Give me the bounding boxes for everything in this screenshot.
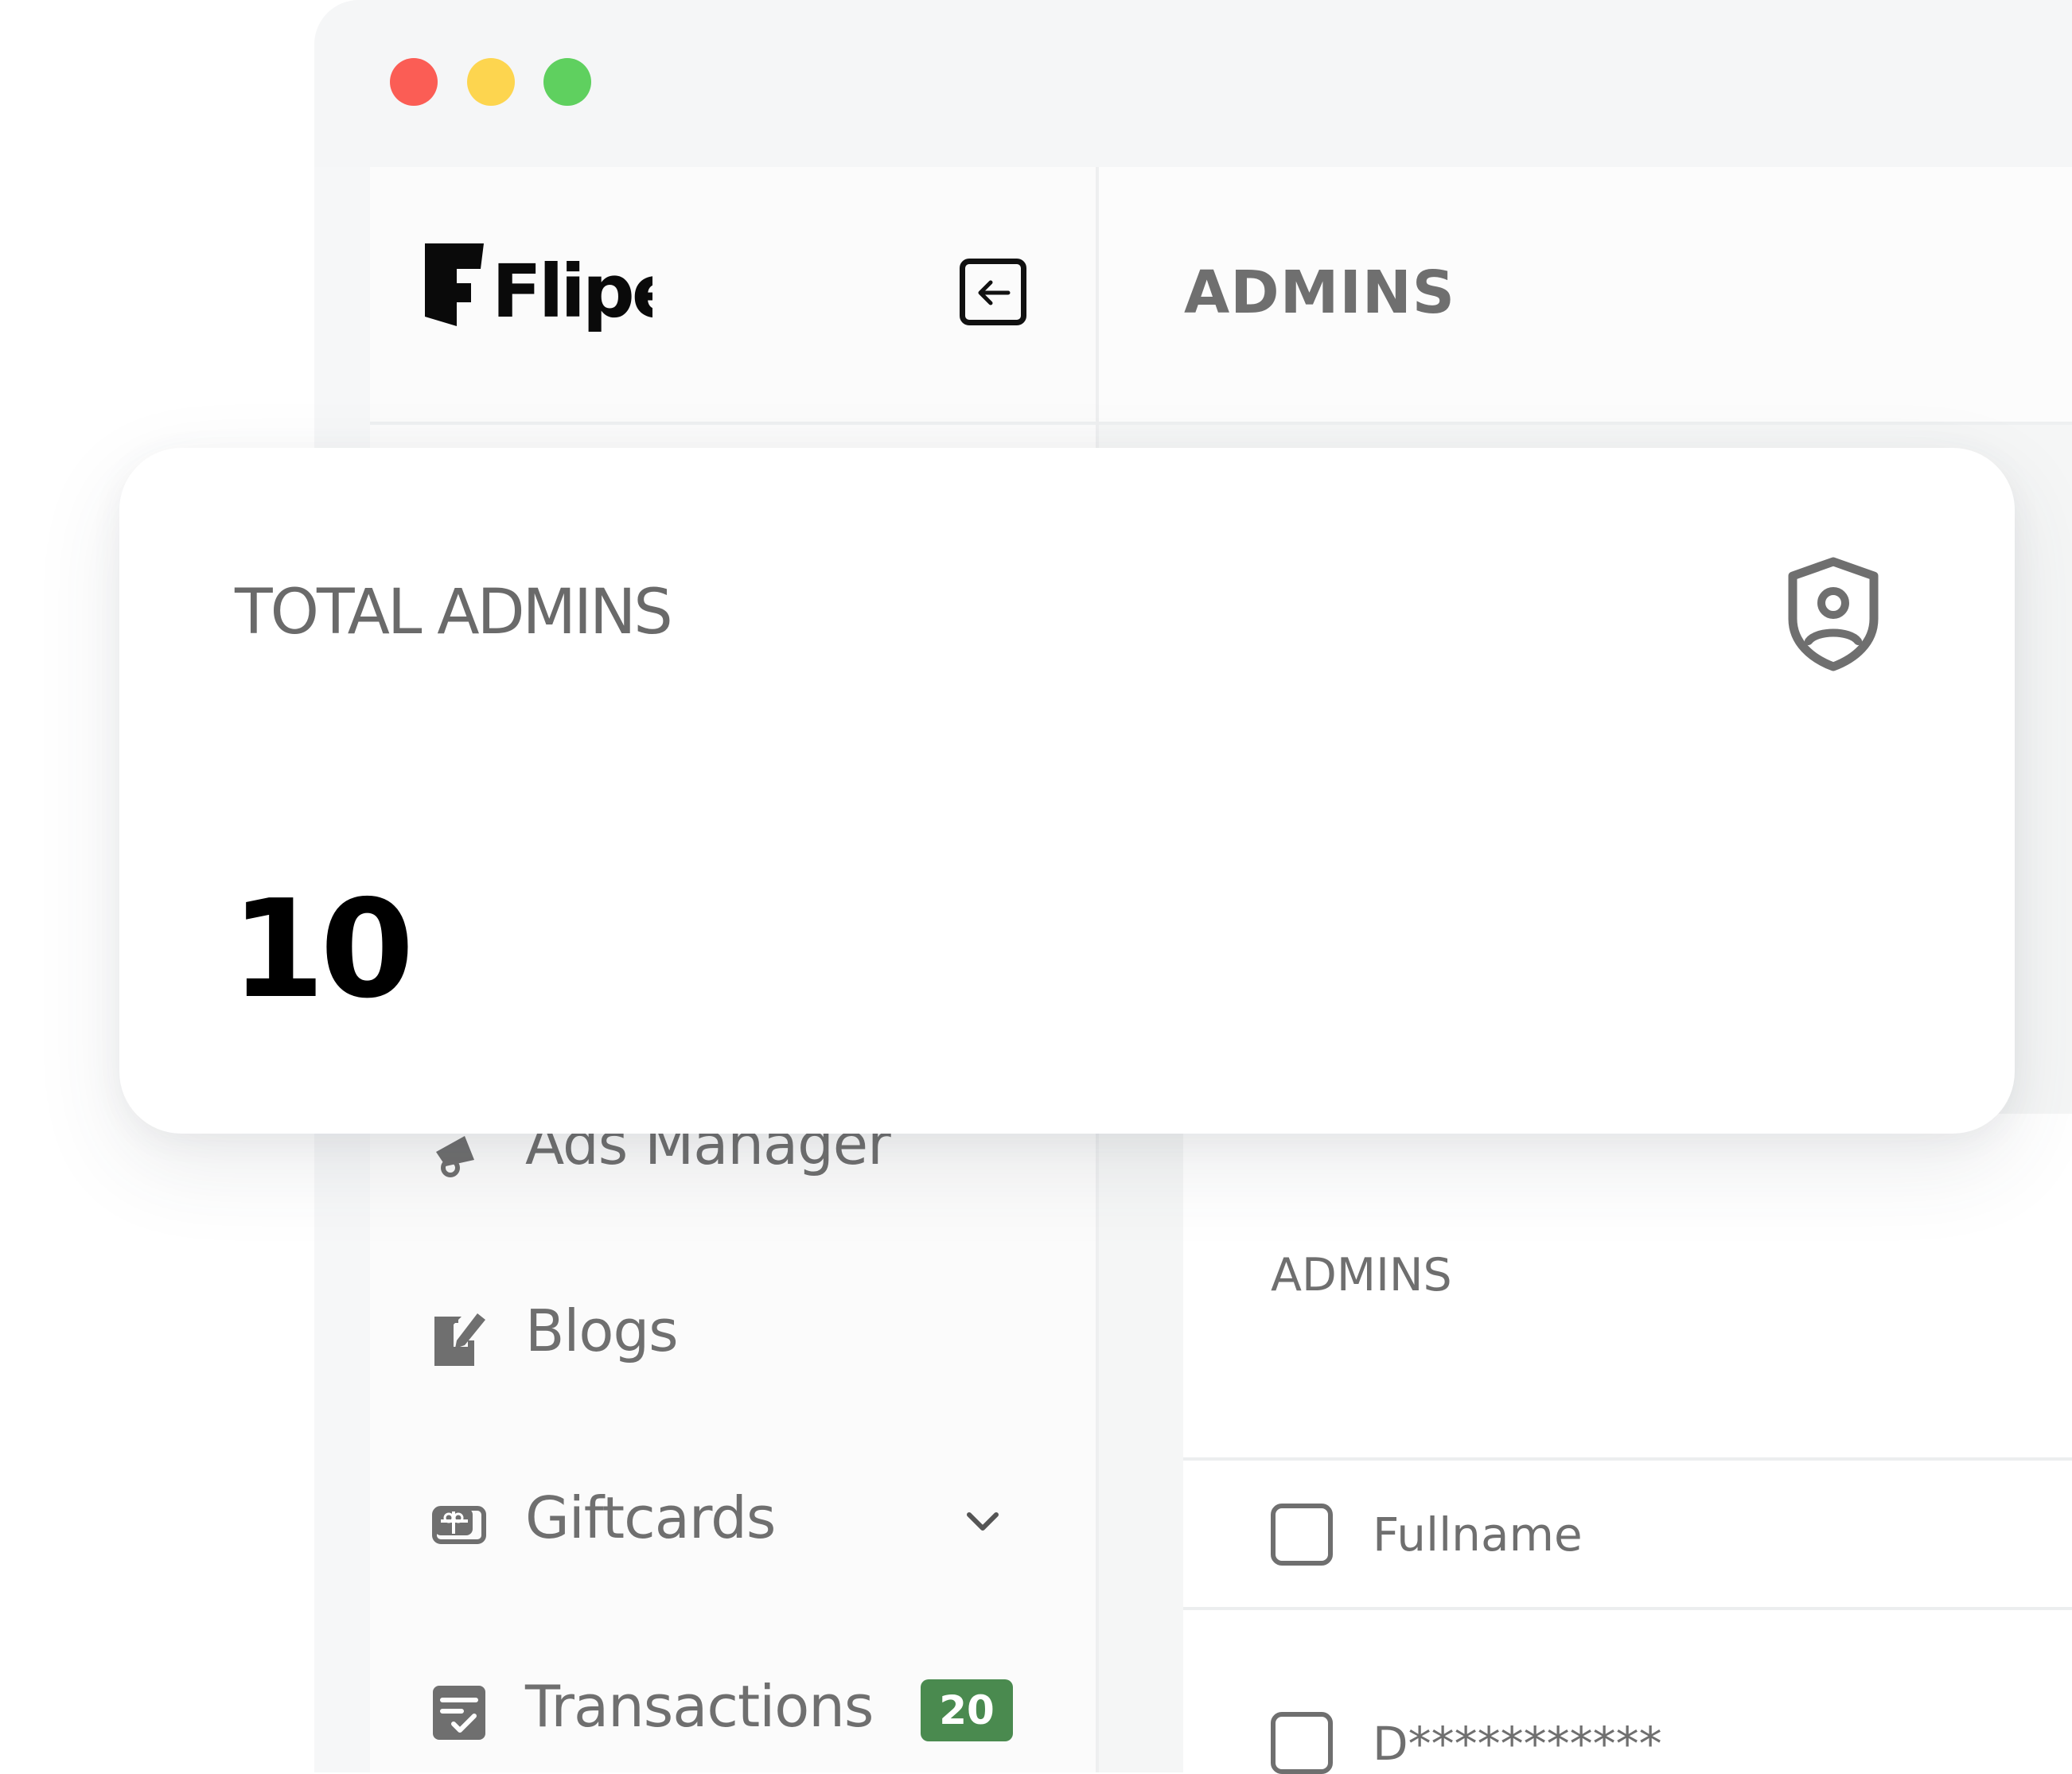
sidebar-collapse-button[interactable] (960, 259, 1026, 325)
window-minimize-button[interactable] (467, 58, 515, 106)
transactions-count-badge: 20 (921, 1679, 1013, 1741)
receipt-check-icon (433, 1686, 485, 1740)
stat-label: TOTAL ADMINS (235, 577, 673, 648)
page-title: ADMINS (1184, 259, 1456, 327)
fullname-column-header[interactable]: Fullname (1373, 1508, 1583, 1562)
sidebar-item-transactions[interactable]: Transactions 20 (422, 1667, 1026, 1754)
select-all-checkbox[interactable] (1271, 1504, 1333, 1566)
sidebar-item-label: Transactions (525, 1673, 874, 1740)
window-maximize-button[interactable] (543, 58, 591, 106)
row-checkbox[interactable] (1271, 1712, 1333, 1774)
sidebar-item-label: Giftcards (525, 1484, 776, 1551)
table-cell-fullname: D*********** (1373, 1717, 1662, 1771)
admins-table-card (1183, 1114, 2072, 1772)
flipex-logo[interactable]: Flipex (422, 237, 652, 344)
table-title: ADMINS (1271, 1249, 1452, 1301)
sidebar-item-blogs[interactable]: Blogs (422, 1291, 1026, 1379)
collapse-arrow-icon (978, 280, 1011, 305)
chevron-down-icon[interactable] (963, 1502, 1003, 1542)
table-divider (1183, 1607, 2072, 1610)
stat-value: 10 (231, 871, 415, 1029)
total-admins-card (119, 448, 2015, 1134)
window-close-button[interactable] (390, 58, 438, 106)
sidebar-item-label: Blogs (525, 1297, 679, 1364)
shield-user-icon (1788, 557, 1879, 671)
edit-note-icon (434, 1313, 485, 1366)
table-divider (1183, 1457, 2072, 1461)
gift-card-icon (432, 1506, 486, 1544)
sidebar-item-giftcards[interactable]: Giftcards (422, 1478, 1026, 1566)
logo-text: Flipex (492, 249, 652, 334)
